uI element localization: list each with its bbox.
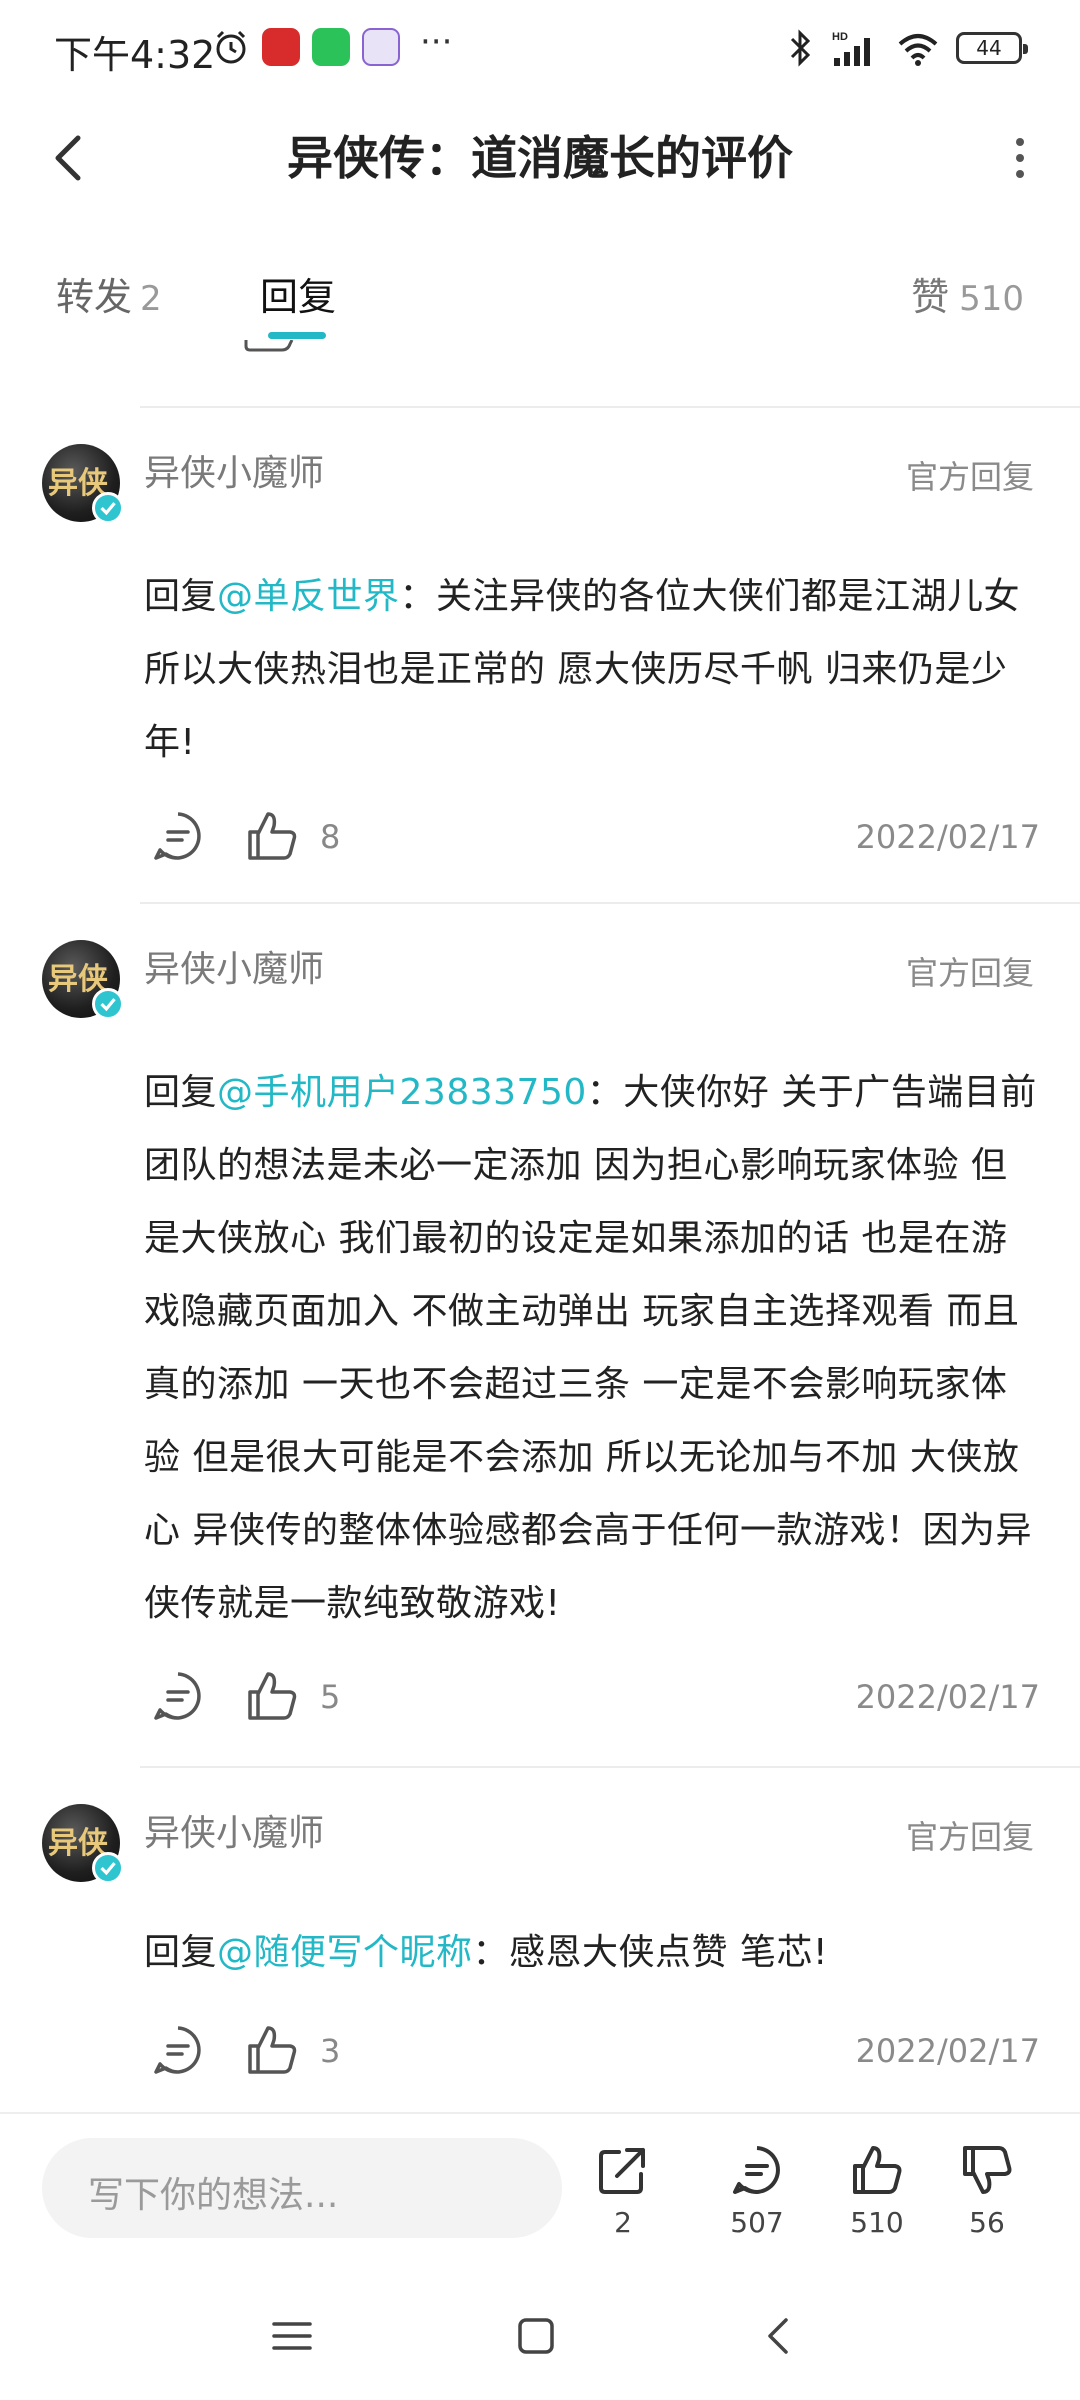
tab-reply-label: 回复 [260, 275, 337, 319]
tab-likes-count: 510 [959, 279, 1024, 319]
verified-badge-icon [92, 492, 124, 524]
tab-likes[interactable]: 赞 510 [911, 266, 1024, 321]
back-nav-icon[interactable] [750, 2306, 810, 2366]
hd-signal-icon: HD [832, 31, 870, 66]
comment-body: ：大侠你好 关于广告端目前团队的想法是未必一定添加 因为担心影响玩家体验 但是大… [144, 1072, 1037, 1624]
avatar[interactable]: 异侠 [42, 940, 124, 1020]
comment-count: 507 [730, 2206, 784, 2239]
comment-item: 异侠 异侠小魔师 官方回复 回复@单反世界：关注异侠的各位大侠们都是江湖儿女 所… [0, 440, 1080, 900]
dislike-count: 56 [969, 2206, 1005, 2239]
comment-item: 异侠 异侠小魔师 官方回复 回复@手机用户23833750：大侠你好 关于广告端… [0, 936, 1080, 1760]
svg-text:HD: HD [832, 31, 848, 43]
more-options-icon[interactable] [990, 122, 1050, 194]
reply-comment-icon[interactable] [150, 1668, 206, 1724]
like-icon[interactable] [244, 2022, 300, 2078]
comment-icon [733, 2146, 780, 2194]
verified-badge-icon [92, 988, 124, 1020]
comment-text: 回复@随便写个昵称：感恩大侠点赞 笔芯! [144, 1916, 1040, 1989]
like-count: 8 [320, 818, 341, 856]
comments-button[interactable]: 507 [702, 2142, 812, 2239]
divider [140, 1766, 1080, 1768]
avatar[interactable]: 异侠 [42, 444, 124, 524]
like-count: 5 [320, 1678, 341, 1716]
comment-text: 回复@单反世界：关注异侠的各位大侠们都是江湖儿女 所以大侠热泪也是正常的 愿大侠… [144, 560, 1040, 779]
dislike-button[interactable]: 56 [932, 2142, 1042, 2239]
divider [140, 902, 1080, 904]
tab-repost-label: 转发 [56, 275, 133, 319]
comment-date: 2022/02/17 [855, 818, 1040, 856]
share-count: 2 [614, 2206, 632, 2239]
tab-repost[interactable]: 转发 2 [56, 266, 162, 321]
like-icon [853, 2146, 902, 2194]
avatar[interactable]: 异侠 [42, 1804, 124, 1884]
app-red-icon [262, 28, 300, 66]
menu-icon[interactable] [262, 2306, 322, 2366]
mention-link[interactable]: @单反世界 [217, 576, 400, 617]
like-count: 3 [320, 2032, 341, 2070]
comment-input[interactable]: 写下你的想法... [42, 2138, 562, 2238]
more-notifications-icon: ··· [420, 22, 453, 62]
comment-actions: 3 2022/02/17 [144, 2022, 1040, 2082]
like-button[interactable]: 510 [822, 2142, 932, 2239]
status-bar: 下午4:32 ··· HD 44 [0, 0, 1080, 96]
app-purple-icon [362, 28, 400, 66]
status-time: 下午4:32 [54, 33, 216, 77]
page-title: 异侠传：道消魔长的评价 [287, 131, 793, 185]
bluetooth-icon [790, 29, 811, 67]
tab-reply[interactable]: 回复 [260, 266, 336, 321]
comment-text: 回复@手机用户23833750：大侠你好 关于广告端目前团队的想法是未必一定添加… [144, 1056, 1040, 1640]
like-icon[interactable] [244, 808, 300, 864]
home-icon[interactable] [506, 2306, 566, 2366]
comment-date: 2022/02/17 [855, 2032, 1040, 2070]
tab-active-indicator [268, 332, 326, 339]
system-nav-bar [0, 2270, 1080, 2400]
username[interactable]: 异侠小魔师 [144, 940, 324, 992]
verified-badge-icon [92, 1852, 124, 1884]
bottom-action-bar: 写下你的想法... 2 507 510 56 [0, 2112, 1080, 2270]
official-reply-tag: 官方回复 [905, 1818, 1034, 1856]
like-icon[interactable] [244, 1668, 300, 1724]
tab-likes-label: 赞 [911, 275, 950, 319]
wifi-icon [898, 34, 938, 66]
battery-icon: 44 [956, 32, 1028, 64]
comment-input-placeholder: 写下你的想法... [88, 2175, 339, 2216]
reply-comment-icon[interactable] [150, 2022, 206, 2078]
share-button[interactable]: 2 [568, 2142, 678, 2239]
header: 异侠传：道消魔长的评价 [0, 110, 1080, 202]
tab-bar: 转发 2 回复 赞 510 [0, 250, 1080, 340]
tab-repost-count: 2 [140, 279, 162, 319]
mention-link[interactable]: @手机用户23833750 [217, 1072, 587, 1113]
status-icons: HD 44 [788, 26, 1028, 70]
dislike-icon [963, 2146, 1012, 2194]
share-icon [599, 2148, 645, 2194]
username[interactable]: 异侠小魔师 [144, 444, 324, 496]
alarm-icon [216, 30, 246, 64]
comment-actions: 5 2022/02/17 [144, 1668, 1040, 1728]
like-icon [244, 340, 294, 352]
username[interactable]: 异侠小魔师 [144, 1804, 324, 1856]
partial-action-row [140, 340, 1040, 368]
reply-prefix: 回复 [144, 576, 218, 617]
reply-prefix: 回复 [144, 1932, 218, 1973]
official-reply-tag: 官方回复 [905, 954, 1034, 992]
reply-comment-icon[interactable] [150, 808, 206, 864]
comment-item: 异侠 异侠小魔师 官方回复 回复@随便写个昵称：感恩大侠点赞 笔芯! 3 202… [0, 1800, 1080, 2090]
like-total: 510 [850, 2206, 904, 2239]
reply-prefix: 回复 [144, 1072, 218, 1113]
comment-actions: 8 2022/02/17 [144, 808, 1040, 868]
comment-body: ：感恩大侠点赞 笔芯! [472, 1932, 828, 1973]
wechat-icon [312, 28, 350, 66]
divider [140, 406, 1080, 408]
official-reply-tag: 官方回复 [905, 458, 1034, 496]
comment-date: 2022/02/17 [855, 1678, 1040, 1716]
mention-link[interactable]: @随便写个昵称 [217, 1932, 473, 1973]
